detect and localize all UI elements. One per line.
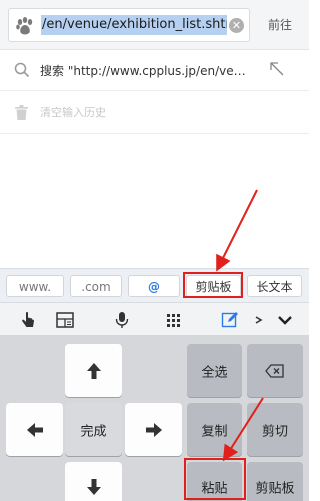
arrow-up-left-icon[interactable]: [270, 62, 284, 76]
browser-screen: /en/venue/exhibition_list.shtml ✕ 前往 搜索 …: [0, 0, 309, 501]
at-key[interactable]: @: [128, 275, 180, 297]
clipboard-key[interactable]: 剪贴板: [247, 462, 303, 501]
long-text-key[interactable]: 长文本: [247, 275, 302, 297]
url-input[interactable]: /en/venue/exhibition_list.shtml ✕: [8, 8, 250, 42]
arrow-up-icon: [86, 362, 101, 379]
pointer-hand-icon[interactable]: [18, 310, 38, 330]
arrow-right-icon: [145, 422, 162, 437]
clipboard-quick-key[interactable]: 剪贴板: [186, 275, 241, 297]
chevron-right-icon[interactable]: [253, 310, 265, 330]
baidu-paw-icon: [16, 17, 33, 35]
arrow-left-icon: [26, 422, 43, 437]
arrow-to-clipboard: [216, 189, 258, 272]
www-key[interactable]: www.: [6, 275, 64, 297]
done-label: 完成: [80, 424, 107, 439]
paste-label: 粘贴: [201, 481, 228, 497]
cursor-right-key[interactable]: [125, 403, 182, 456]
cut-key[interactable]: 剪切: [247, 403, 303, 456]
quick-input-bar: www. .com @ 剪贴板 长文本: [0, 268, 309, 302]
select-all-label: 全选: [201, 365, 228, 380]
copy-label: 复制: [201, 424, 228, 439]
backspace-icon: [265, 363, 284, 378]
backspace-key[interactable]: [247, 344, 303, 397]
keyboard-toolbar: [0, 302, 309, 336]
keypad-grid-icon[interactable]: [164, 310, 184, 330]
done-key[interactable]: 完成: [65, 403, 122, 456]
url-text[interactable]: /en/venue/exhibition_list.shtml: [41, 15, 227, 35]
microphone-icon[interactable]: [112, 310, 132, 330]
clear-history-label: 清空输入历史: [40, 106, 106, 119]
copy-key[interactable]: 复制: [187, 403, 242, 456]
arrow-down-icon: [86, 479, 101, 495]
chevron-down-icon[interactable]: [276, 310, 294, 330]
cursor-left-key[interactable]: [6, 403, 63, 456]
url-bar: /en/venue/exhibition_list.shtml ✕ 前往: [0, 0, 309, 50]
clear-circle-icon[interactable]: ✕: [229, 18, 244, 33]
suggestion-text: 搜索 "http://www.cpplus.jp/en/ve…: [40, 64, 246, 78]
cut-label: 剪切: [261, 424, 288, 439]
clear-history-row[interactable]: 清空输入历史: [0, 92, 309, 134]
cursor-up-key[interactable]: [65, 344, 122, 397]
search-icon: [14, 62, 30, 78]
cursor-down-key[interactable]: [65, 462, 122, 501]
paste-key[interactable]: 粘贴: [187, 462, 242, 501]
edit-icon[interactable]: [220, 310, 240, 330]
clipboard-label: 剪贴板: [255, 481, 295, 497]
go-button[interactable]: 前往: [258, 14, 302, 36]
select-all-key[interactable]: 全选: [187, 344, 242, 397]
edit-keyboard: 完成 全选 复制 剪切 粘贴 剪贴板: [0, 336, 309, 501]
trash-icon: [15, 105, 28, 120]
keyboard-layout-icon[interactable]: [55, 310, 75, 330]
search-suggestion-row[interactable]: 搜索 "http://www.cpplus.jp/en/ve…: [0, 50, 309, 91]
dotcom-key[interactable]: .com: [70, 275, 122, 297]
